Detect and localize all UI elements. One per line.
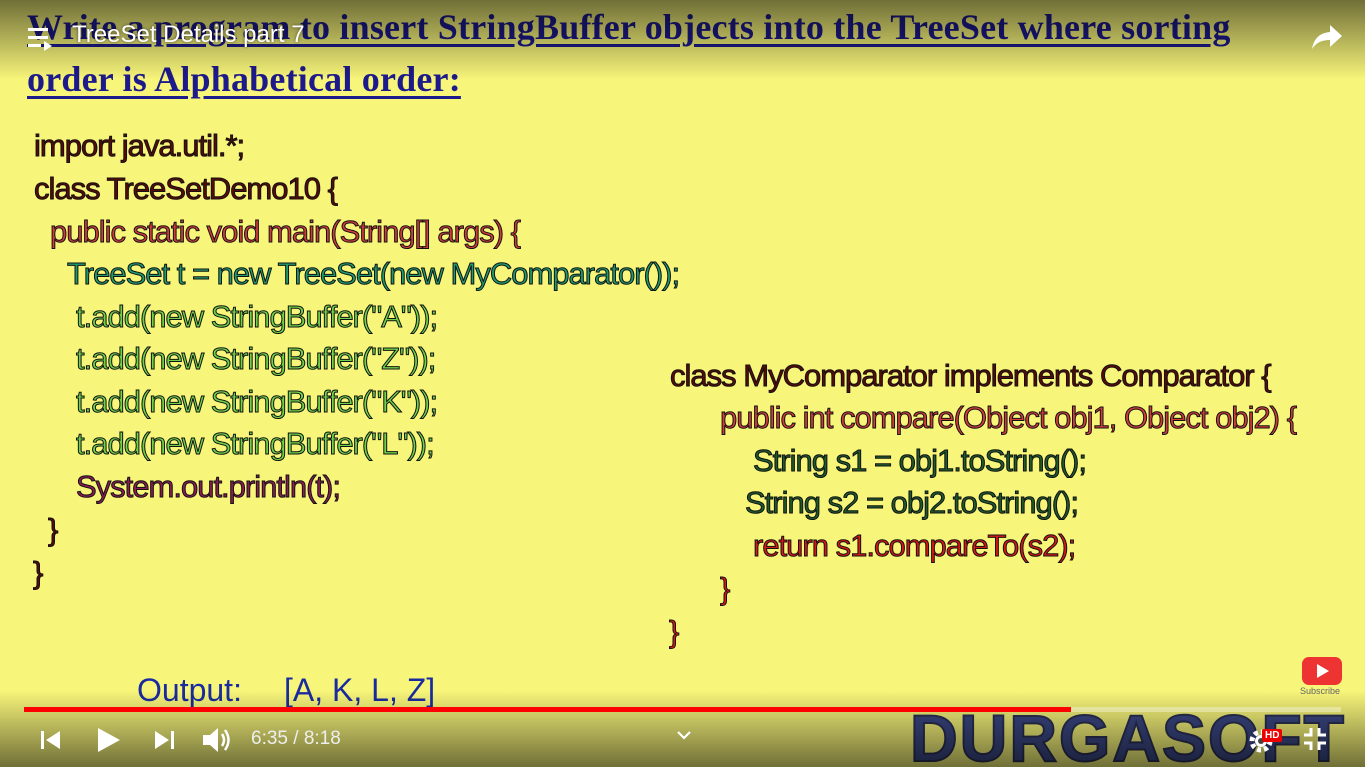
exit-fullscreen-icon[interactable] — [1301, 725, 1329, 758]
code-line-close-class: } — [32, 555, 43, 591]
code-line-close-comparator: } — [668, 614, 679, 650]
previous-icon[interactable] — [38, 727, 64, 758]
code-line-add-l: t.add(new StringBuffer("L")); — [76, 426, 436, 462]
code-line-compare-method: public int compare(Object obj1, Object o… — [719, 400, 1297, 436]
time-separator: / — [293, 728, 299, 749]
code-line-import: import java.util.*; — [33, 128, 245, 164]
code-line-string-s2: String s2 = obj2.toString(); — [745, 485, 1080, 521]
volume-icon[interactable] — [201, 724, 235, 761]
code-line-return: return s1.compareTo(s2); — [752, 528, 1076, 564]
code-line-treeset-create: TreeSet t = new TreeSet(new MyComparator… — [66, 256, 680, 292]
chevron-down-icon[interactable] — [675, 728, 693, 747]
time-display: 6:35 / 8:18 — [251, 728, 341, 750]
progress-bar[interactable] — [24, 707, 1341, 712]
code-line-add-a: t.add(new StringBuffer("A")); — [75, 299, 438, 335]
code-line-close-main: } — [47, 512, 58, 548]
output-label: Output: — [137, 672, 242, 708]
subscribe-logo-icon[interactable] — [1302, 657, 1342, 685]
progress-bar-played — [24, 707, 1071, 712]
total-time: 8:18 — [303, 728, 341, 749]
code-line-add-k: t.add(new StringBuffer("K")); — [75, 384, 438, 420]
code-line-println: System.out.println(t); — [76, 469, 342, 505]
subscribe-label[interactable]: Subscribe — [1300, 686, 1340, 696]
play-icon[interactable] — [94, 725, 124, 760]
code-line-close-compare: } — [719, 571, 730, 607]
output-value: [A, K, L, Z] — [284, 672, 436, 708]
next-icon[interactable] — [152, 727, 178, 758]
playlist-icon[interactable] — [26, 26, 56, 57]
current-time: 6:35 — [251, 728, 288, 749]
share-icon[interactable] — [1310, 22, 1344, 57]
code-line-class-decl: class TreeSetDemo10 { — [34, 171, 339, 207]
code-line-comparator-class: class MyComparator implements Comparator… — [670, 358, 1273, 394]
code-line-main-method: public static void main(String[] args) { — [50, 214, 522, 250]
hd-badge: HD — [1262, 729, 1283, 742]
code-line-add-z: t.add(new StringBuffer("Z")); — [75, 341, 436, 377]
code-line-string-s1: String s1 = obj1.toString(); — [753, 443, 1088, 479]
video-frame[interactable]: Write a program to insert StringBuffer o… — [0, 0, 1365, 767]
slide-heading-line-2: order is Alphabetical order: — [27, 59, 461, 99]
video-title[interactable]: TreeSet Details part 7 — [72, 21, 305, 49]
